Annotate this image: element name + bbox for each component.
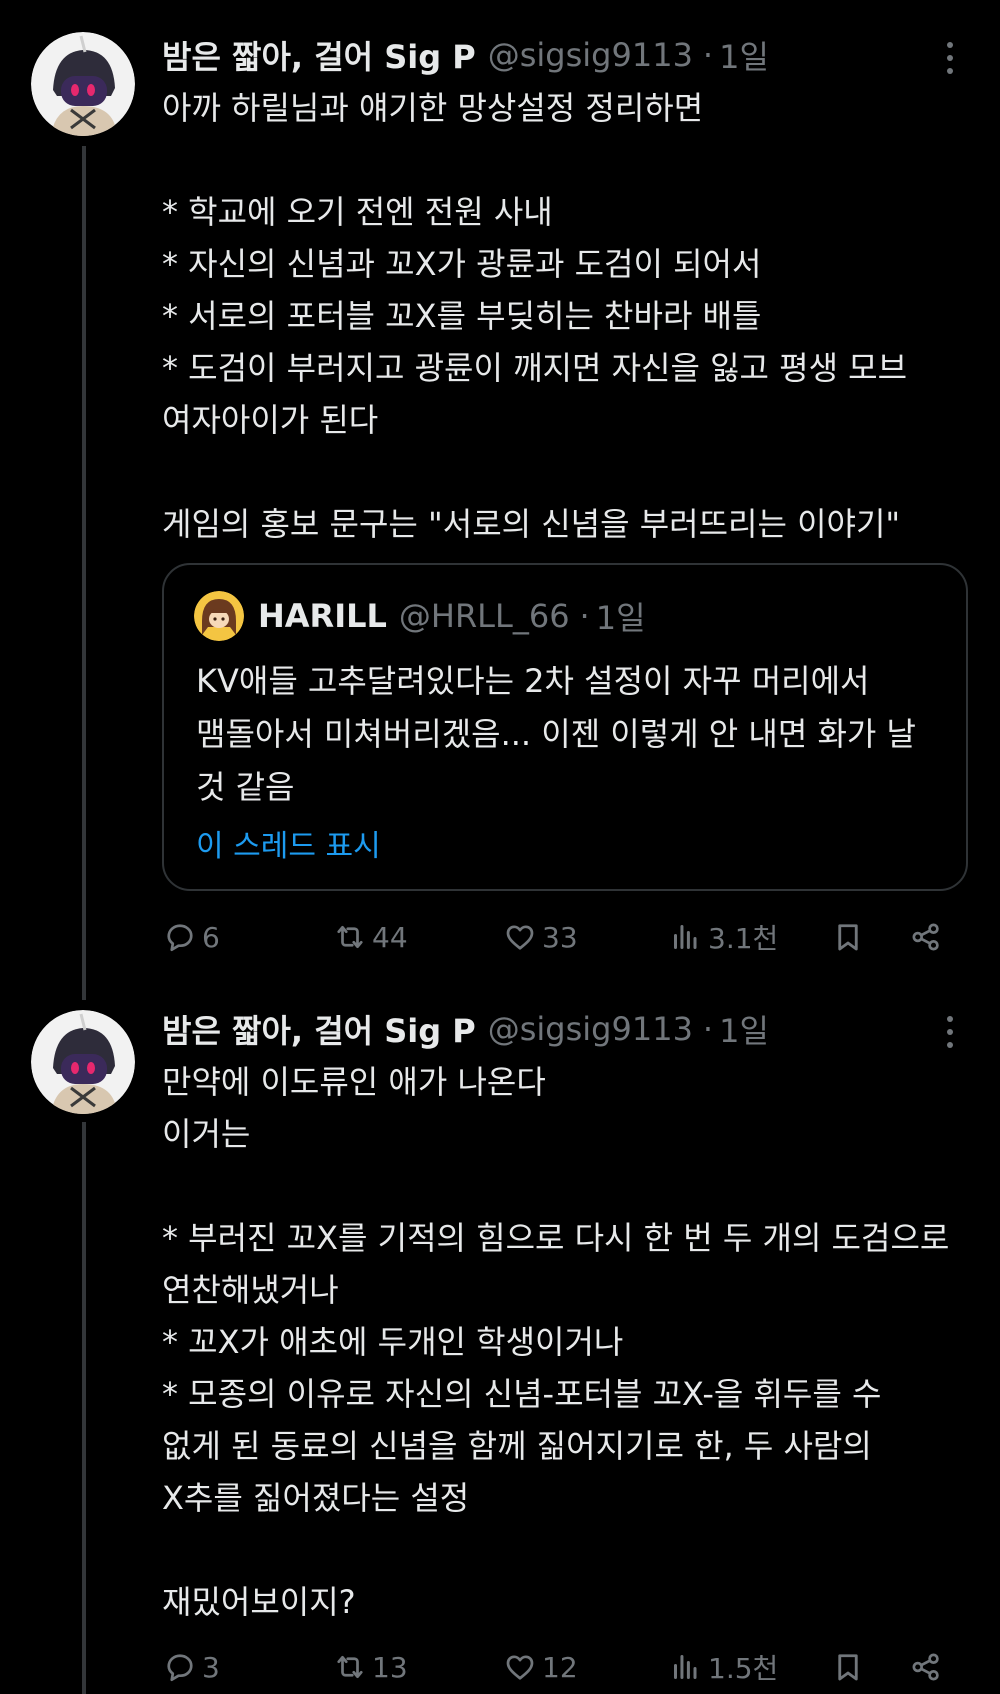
- quoted-handle[interactable]: @HRLL_66: [399, 597, 570, 635]
- quoted-header: HARILL @HRLL_66 · 1일: [258, 591, 646, 641]
- retweet-button[interactable]: 44: [332, 912, 408, 962]
- tweet-line: 게임의 홍보 문구는 "서로의 신념을 부러뜨리는 이야기": [162, 505, 901, 543]
- tweet-line: * 꼬X가 애초에 두개인 학생이거나: [162, 1323, 624, 1361]
- display-name[interactable]: 밤은 짧아, 걸어 Sig P: [162, 32, 476, 78]
- reply-count: 6: [202, 920, 220, 954]
- quoted-timestamp[interactable]: 1일: [596, 593, 646, 639]
- reply-button[interactable]: 6: [162, 912, 220, 962]
- tweet-line: 없게 된 동료의 신념을 함께 짊어지기로 한, 두 사람의: [162, 1427, 872, 1465]
- retweet-icon: [337, 1655, 363, 1679]
- like-count: 33: [542, 920, 578, 954]
- more-options-icon[interactable]: [938, 1012, 962, 1052]
- separator-dot: ·: [579, 597, 590, 635]
- tweet-line: 여자아이가 된다: [162, 401, 379, 439]
- tweet-line: 아까 하릴님과 얘기한 망상설정 정리하면: [162, 89, 704, 127]
- avatar[interactable]: [31, 32, 135, 136]
- tweet-header: 밤은 짧아, 걸어 Sig P @sigsig9113 · 1일: [162, 1004, 930, 1054]
- like-button[interactable]: 33: [502, 912, 578, 962]
- heart-icon: [506, 1655, 534, 1680]
- view-count: 1.5천: [708, 1652, 779, 1685]
- user-handle[interactable]: @sigsig9113: [488, 36, 693, 74]
- bookmark-button[interactable]: [830, 1642, 866, 1692]
- share-icon: [912, 923, 939, 951]
- quoted-line: KV애들 고추달려있다는 2차 설정이 자꾸 머리에서: [196, 662, 870, 700]
- display-name[interactable]: 밤은 짧아, 걸어 Sig P: [162, 1006, 476, 1052]
- timestamp[interactable]: 1일: [719, 1006, 769, 1052]
- views-chart-icon: [674, 925, 697, 949]
- more-options-icon[interactable]: [938, 38, 962, 78]
- share-button[interactable]: [908, 1642, 944, 1692]
- quoted-avatar[interactable]: [194, 591, 244, 641]
- bookmark-icon: [838, 1654, 858, 1681]
- heart-icon: [506, 925, 534, 950]
- show-thread-link[interactable]: 이 스레드 표시: [196, 821, 381, 865]
- reply-count: 3: [202, 1650, 220, 1684]
- reply-button[interactable]: 3: [162, 1642, 220, 1692]
- tweet-line: 만약에 이도류인 애가 나온다: [162, 1063, 546, 1101]
- tweet[interactable]: 밤은 짧아, 걸어 Sig P @sigsig9113 · 1일 만약에 이도류…: [0, 1000, 1000, 1694]
- retweet-count: 44: [372, 920, 408, 954]
- views-button[interactable]: 1.5천: [668, 1642, 778, 1692]
- tweet-line-blank: [162, 1160, 970, 1212]
- avatar-hooded-character-icon: [31, 32, 135, 136]
- tweet-line: * 부러진 꼬X를 기적의 힘으로 다시 한 번 두 개의 도검으로: [162, 1219, 950, 1257]
- tweet-line-blank: [162, 1524, 970, 1576]
- tweet-text: 만약에 이도류인 애가 나온다 이거는 * 부러진 꼬X를 기적의 힘으로 다시…: [162, 1056, 970, 1628]
- avatar-hooded-character-icon: [31, 1010, 135, 1114]
- tweet-line: * 자신의 신념과 꼬X가 광륜과 도검이 되어서: [162, 245, 762, 283]
- tweet-line-blank: [162, 134, 970, 186]
- separator-dot: ·: [702, 36, 714, 74]
- tweet-line: 연찬해냈거나: [162, 1271, 339, 1309]
- tweet-line: 이거는: [162, 1115, 251, 1153]
- tweet-line: 재밌어보이지?: [162, 1583, 356, 1621]
- action-bar: 3 13 12 1.5천: [162, 1642, 962, 1692]
- reply-icon: [167, 1654, 193, 1682]
- quoted-tweet[interactable]: HARILL @HRLL_66 · 1일 KV애들 고추달려있다는 2차 설정이…: [162, 563, 968, 891]
- avatar-brown-hair-character-icon: [194, 591, 244, 641]
- retweet-button[interactable]: 13: [332, 1642, 408, 1692]
- quoted-line: 것 같음: [196, 768, 295, 806]
- quoted-line: 맴돌아서 미쳐버리겠음... 이젠 이렇게 안 내면 화가 날: [196, 715, 916, 753]
- user-handle[interactable]: @sigsig9113: [488, 1010, 693, 1048]
- tweet-header: 밤은 짧아, 걸어 Sig P @sigsig9113 · 1일: [162, 30, 930, 80]
- tweet-line: * 학교에 오기 전엔 전원 사내: [162, 193, 553, 231]
- retweet-icon: [337, 925, 363, 949]
- quoted-display-name[interactable]: HARILL: [258, 597, 387, 635]
- tweet[interactable]: 밤은 짧아, 걸어 Sig P @sigsig9113 · 1일 아까 하릴님과…: [0, 0, 1000, 1000]
- tweet-line: * 서로의 포터블 꼬X를 부딪히는 찬바라 배틀: [162, 297, 762, 335]
- bookmark-icon: [838, 924, 858, 951]
- action-bar: 6 44 33 3.1천: [162, 912, 962, 962]
- reply-icon: [167, 924, 193, 952]
- avatar[interactable]: [31, 1010, 135, 1114]
- view-count: 3.1천: [708, 922, 779, 955]
- tweet-text: 아까 하릴님과 얘기한 망상설정 정리하면 * 학교에 오기 전엔 전원 사내 …: [162, 82, 970, 550]
- tweet-line: X추를 짊어졌다는 설정: [162, 1479, 470, 1517]
- tweet-line: * 도검이 부러지고 광륜이 깨지면 자신을 잃고 평생 모브: [162, 349, 908, 387]
- like-count: 12: [542, 1650, 578, 1684]
- tweet-line-blank: [162, 446, 970, 498]
- share-icon: [912, 1653, 939, 1681]
- like-button[interactable]: 12: [502, 1642, 578, 1692]
- bookmark-button[interactable]: [830, 912, 866, 962]
- tweet-line: * 모종의 이유로 자신의 신념-포터블 꼬X-을 휘두를 수: [162, 1375, 882, 1413]
- quoted-text: KV애들 고추달려있다는 2차 설정이 자꾸 머리에서 맴돌아서 미쳐버리겠음.…: [196, 655, 942, 814]
- views-chart-icon: [674, 1655, 697, 1679]
- timestamp[interactable]: 1일: [719, 32, 769, 78]
- share-button[interactable]: [908, 912, 944, 962]
- separator-dot: ·: [702, 1010, 714, 1048]
- retweet-count: 13: [372, 1650, 408, 1684]
- views-button[interactable]: 3.1천: [668, 912, 778, 962]
